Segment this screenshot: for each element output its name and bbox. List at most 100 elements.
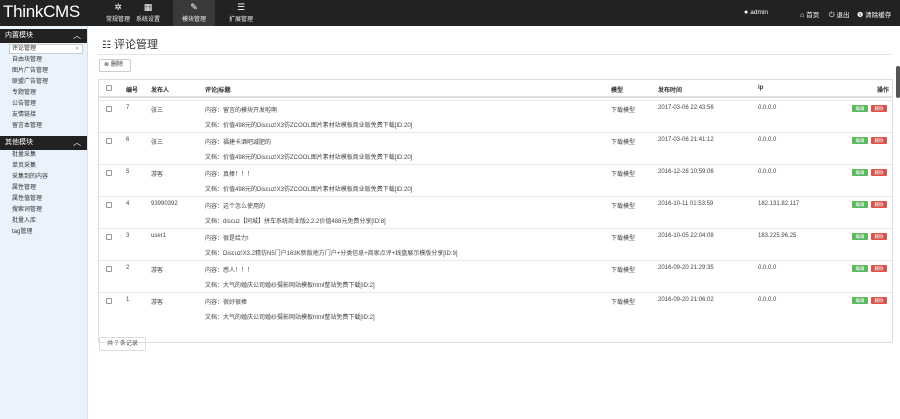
delete-button[interactable]: ⊗ 删除 (99, 59, 131, 72)
wrench-icon: ✎ (190, 2, 198, 12)
sidebar-item-topics[interactable]: 专题管理 (0, 88, 87, 99)
row-author: 93990392 (151, 201, 178, 207)
sidebar-section-other[interactable]: 其他模块 ︿ (0, 136, 87, 150)
tab-label: 扩展管理 (228, 17, 253, 23)
row-time: 2016-10-05 22:04:08 (658, 233, 714, 239)
delete-row-button[interactable]: 删除 (871, 297, 887, 304)
row-model: 下载模型 (611, 140, 636, 146)
row-checkbox[interactable] (106, 298, 112, 304)
sidebar-item-guestbook[interactable]: 留言本管理 (0, 121, 87, 132)
row-checkbox[interactable] (106, 106, 112, 112)
close-circle-icon: ⊗ (104, 62, 110, 68)
user-icon: ● (744, 9, 749, 16)
edit-button[interactable]: 编辑 (852, 105, 868, 112)
col-id: 编号 (126, 88, 139, 94)
sidebar: 内置模块 ︿ 评论管理 › 自由块管理 图片广告管理 联盟广告管理 专题管理 公… (0, 26, 88, 419)
logout-link[interactable]: ⏻ 退出 (829, 9, 850, 20)
main-content: ☷ 评论管理 ⊗ 删除 编号 发布人 评论|标题 模型 发布时间 ip 操作 7 张三… (88, 26, 900, 419)
scrollbar-thumb[interactable] (896, 66, 900, 98)
row-id: 7 (126, 105, 130, 111)
sidebar-item-announcements[interactable]: 公告管理 (0, 99, 87, 110)
row-author: user1 (151, 233, 167, 239)
col-ip: ip (758, 85, 764, 91)
row-id: 1 (126, 297, 130, 303)
row-checkbox[interactable] (106, 234, 112, 240)
row-content: 内容：留言的模块开发啦啊 (205, 108, 278, 114)
delete-row-button[interactable]: 删除 (871, 137, 887, 144)
logout-icon: ⏻ (829, 12, 835, 19)
table-header: 编号 发布人 评论|标题 模型 发布时间 ip 操作 (99, 80, 892, 98)
edit-button[interactable]: 编辑 (852, 169, 868, 176)
row-model: 下载模型 (611, 236, 636, 242)
sidebar-item-attribute-values[interactable]: 属性值管理 (0, 194, 87, 205)
home-icon: ⌂ (800, 12, 805, 19)
list-icon: ☰ (236, 2, 246, 12)
edit-button[interactable]: 编辑 (852, 297, 868, 304)
sidebar-section-builtin[interactable]: 内置模块 ︿ (0, 29, 87, 43)
edit-button[interactable]: 编辑 (852, 201, 868, 208)
sidebar-item-alliance-ads[interactable]: 联盟广告管理 (0, 77, 87, 88)
col-comment: 评论|标题 (205, 88, 231, 94)
edit-button[interactable]: 编辑 (852, 265, 868, 272)
table-row: 3 user1 内容：很是给力! 文档：Discuz!X3.2精仿N5门户163K新版… (99, 228, 892, 259)
row-doc-title[interactable]: 文档：价值498元的Discuz!X3仿ZCOOL图片素材站模板商业版免费下载[… (205, 184, 412, 193)
title-divider (98, 54, 892, 55)
row-doc-title[interactable]: 文档：价值498元的Discuz!X3仿ZCOOL图片素材站模板商业版免费下载[… (205, 152, 412, 161)
row-content: 内容：很是给力! (205, 236, 249, 242)
brand-logo[interactable]: ThinkCMS (3, 2, 80, 22)
row-ip: 0.0.0.0 (758, 137, 777, 143)
tab-extensions[interactable]: ☰ 扩展管理 (220, 0, 262, 26)
clear-cache-link[interactable]: ❶ 清除缓存 (857, 9, 891, 19)
edit-button[interactable]: 编辑 (852, 233, 868, 240)
sidebar-item-attributes[interactable]: 属性管理 (0, 183, 87, 194)
delete-row-button[interactable]: 删除 (871, 201, 887, 208)
row-time: 2017-03-06 21:41:12 (658, 137, 714, 143)
sidebar-item-comments[interactable]: 评论管理 › (9, 44, 83, 54)
row-doc-title[interactable]: 文档：价值498元的Discuz!X3仿ZCOOL图片素材站模板商业版免费下载[… (205, 120, 412, 129)
row-checkbox[interactable] (106, 202, 112, 208)
user-name: admin (750, 9, 768, 16)
tab-system-settings[interactable]: ▦ 系统设置 (127, 0, 169, 26)
sidebar-item-image-ads[interactable]: 图片广告管理 (0, 66, 87, 77)
row-ip: 0.0.0.0 (758, 265, 777, 271)
row-model: 下载模型 (611, 268, 636, 274)
row-model: 下载模型 (611, 204, 636, 210)
delete-row-button[interactable]: 删除 (871, 169, 887, 176)
row-time: 2016-09-20 21:29:35 (658, 265, 714, 271)
sidebar-item-batch-import[interactable]: 批量入库 (0, 216, 87, 227)
sidebar-item-collected-content[interactable]: 采集到的内容 (0, 172, 87, 183)
row-author: 张三 (151, 140, 164, 146)
info-icon: ❶ (857, 12, 864, 19)
sidebar-item-tags[interactable]: tag管理 (0, 227, 87, 238)
table-row: 4 93990392 内容：这个怎么使用的 文档：discuz【同城】拼车系统商业版2… (99, 196, 892, 227)
home-link[interactable]: ⌂ 首页 (800, 9, 819, 19)
row-checkbox[interactable] (106, 266, 112, 272)
delete-row-button[interactable]: 删除 (871, 105, 887, 112)
row-id: 2 (126, 265, 130, 271)
delete-row-button[interactable]: 删除 (871, 265, 887, 272)
comments-table: 编号 发布人 评论|标题 模型 发布时间 ip 操作 7 张三 内容：留言的模块开发… (98, 79, 893, 343)
row-checkbox[interactable] (106, 170, 112, 176)
select-all-checkbox[interactable] (106, 85, 112, 91)
row-doc-title[interactable]: 文档：大气的婚庆公司婚纱摄影网站模板html整站免费下载[ID:2] (205, 312, 375, 321)
tab-module-management[interactable]: ✎ 模块管理 (173, 0, 215, 26)
row-content: 内容：福建卡酒吧减肥的 (205, 140, 272, 146)
row-doc-title[interactable]: 文档：discuz【同城】拼车系统商业版2.2.2价值488元免费分享[ID:8… (205, 216, 386, 225)
row-content: 内容：这个怎么使用的 (205, 204, 266, 210)
sidebar-item-friend-links[interactable]: 友情链接 (0, 110, 87, 121)
delete-row-button[interactable]: 删除 (871, 233, 887, 240)
sidebar-item-search-terms[interactable]: 搜索词管理 (0, 205, 87, 216)
row-content: 内容：感人！！！ (205, 268, 254, 274)
sidebar-item-free-blocks[interactable]: 自由块管理 (0, 55, 87, 66)
table-row: 2 游客 内容：感人！！！ 文档：大气的婚庆公司婚纱摄影网站模板html整站免费下载[… (99, 260, 892, 291)
sidebar-item-page-collect[interactable]: 单页采集 (0, 161, 87, 172)
col-model: 模型 (611, 88, 624, 94)
sidebar-item-batch-collect[interactable]: 批量采集 (0, 150, 87, 161)
row-ip: 0.0.0.0 (758, 297, 777, 303)
user-menu[interactable]: ● admin (744, 9, 768, 16)
row-doc-title[interactable]: 文档：大气的婚庆公司婚纱摄影网站模板html整站免费下载[ID:2] (205, 280, 375, 289)
row-doc-title[interactable]: 文档：Discuz!X3.2精仿N5门户163K新版地方门户+分类信息+商家点评… (205, 248, 458, 257)
row-ip: 0.0.0.0 (758, 105, 777, 111)
edit-button[interactable]: 编辑 (852, 137, 868, 144)
row-checkbox[interactable] (106, 138, 112, 144)
